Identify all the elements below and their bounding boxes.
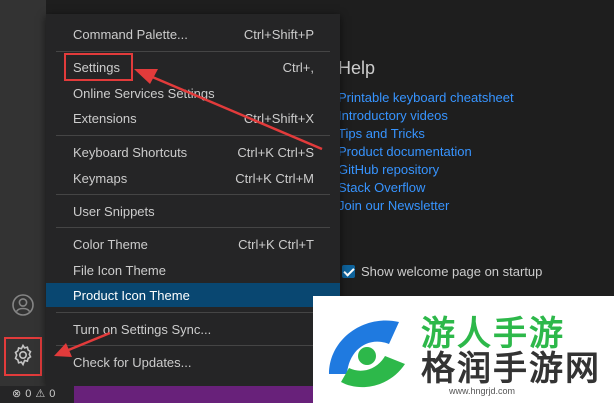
warning-icon: ⚠ [35,388,46,400]
arrow-to-settings [149,74,323,151]
watermark-text-main: 格润手游网 [421,349,601,389]
error-count: 0 [25,388,32,400]
warning-count: 0 [49,388,56,400]
error-icon: ⊗ [12,388,22,400]
watermark: 游人手游 格润手游网 www.hngrjd.com [313,296,614,403]
watermark-url: www.hngrjd.com [449,386,516,396]
watermark-logo [329,320,405,388]
arrow-to-gear [65,331,111,353]
arrow-head-settings [134,69,158,84]
problems-indicator[interactable]: ⊗ 0 ⚠ 0 [0,386,74,403]
